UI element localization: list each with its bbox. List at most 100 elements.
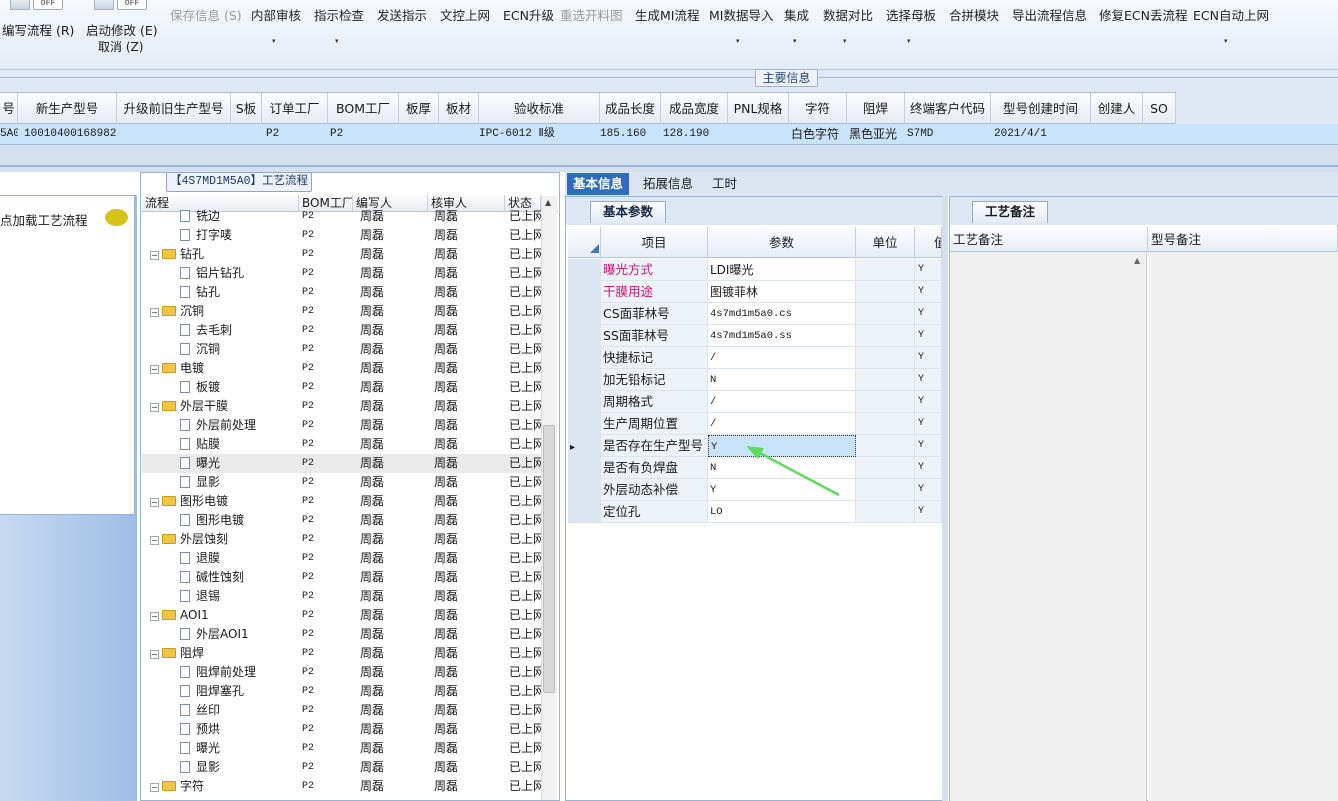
tree-row[interactable]: − AOI1 P2 周磊 周磊 已上网: [142, 606, 541, 625]
tree-row[interactable]: 显影 P2 周磊 周磊 已上网: [142, 758, 541, 777]
tree-row[interactable]: 外层前处理 P2 周磊 周磊 已上网: [142, 416, 541, 435]
select-mother-board-button[interactable]: 选择母板: [886, 5, 936, 23]
save-info-button[interactable]: 保存信息 (S): [170, 5, 242, 23]
integrate-dropdown-icon[interactable]: ▾: [793, 37, 797, 45]
param-value-field[interactable]: LO: [708, 501, 856, 523]
col-header-length[interactable]: 成品长度: [600, 93, 661, 124]
tree-row[interactable]: 曝光 P2 周磊 周磊 已上网: [142, 739, 541, 758]
tree-node[interactable]: 预烘: [142, 720, 299, 739]
doc-control-online-button[interactable]: 文控上网: [440, 5, 490, 23]
col-header-material[interactable]: 板材: [439, 93, 479, 124]
tree-node[interactable]: 显影: [142, 473, 299, 492]
param-value-field[interactable]: 图镀菲林: [708, 281, 856, 303]
collapse-icon[interactable]: −: [150, 783, 159, 792]
tree-node[interactable]: 钻孔: [142, 283, 299, 302]
collapse-icon[interactable]: −: [150, 365, 159, 374]
col-header-pnl[interactable]: PNL规格: [728, 93, 789, 124]
load-flow-label[interactable]: 点加载工艺流程: [0, 210, 88, 229]
param-value-field[interactable]: LDI曝光: [708, 259, 856, 281]
col-header-created-time[interactable]: 型号创建时间: [991, 93, 1091, 124]
model-remark-box[interactable]: [1148, 252, 1338, 801]
integrate-button[interactable]: 集成: [784, 5, 809, 23]
select-mother-board-dropdown-icon[interactable]: ▾: [907, 37, 911, 45]
param-row[interactable]: 加无铅标记 N Y: [568, 369, 942, 391]
tree-node[interactable]: 铝片钻孔: [142, 264, 299, 283]
tree-node[interactable]: 退膜: [142, 549, 299, 568]
tree-row[interactable]: 贴膜 P2 周磊 周磊 已上网: [142, 435, 541, 454]
tree-node[interactable]: − 阻焊: [142, 644, 299, 663]
reselect-cut-chart-button[interactable]: 重选开料图: [560, 5, 623, 23]
param-col-value[interactable]: 参数: [708, 227, 856, 258]
tab-work-hours[interactable]: 工时: [706, 173, 743, 195]
param-value-field[interactable]: 4s7md1m5a0.cs: [708, 303, 856, 325]
collapse-icon[interactable]: −: [150, 612, 159, 621]
process-remark-box[interactable]: ▲: [950, 252, 1147, 801]
tree-node[interactable]: 板镀: [142, 378, 299, 397]
param-col-unit[interactable]: 单位: [856, 227, 915, 258]
generate-mi-flow-button[interactable]: 生成MI流程: [635, 5, 699, 23]
col-header-solder-mask[interactable]: 阻焊: [847, 93, 905, 124]
tree-row[interactable]: − 字符 P2 周磊 周磊 已上网: [142, 777, 541, 796]
tree-row[interactable]: 图形电镀 P2 周磊 周磊 已上网: [142, 511, 541, 530]
tree-row[interactable]: 沉铜 P2 周磊 周磊 已上网: [142, 340, 541, 359]
tree-row[interactable]: 去毛刺 P2 周磊 周磊 已上网: [142, 321, 541, 340]
tree-node[interactable]: − 字符: [142, 777, 299, 796]
param-value-field[interactable]: /: [708, 347, 856, 369]
row-selector[interactable]: [568, 347, 601, 369]
param-row[interactable]: 干膜用途 图镀菲林 Y: [568, 281, 942, 303]
main-info-row[interactable]: 5A0 10010400168982 P2 P2 IPC-6012 Ⅱ级 185…: [0, 124, 1338, 145]
tree-node[interactable]: 贴膜: [142, 435, 299, 454]
param-value-field[interactable]: 4s7md1m5a0.ss: [708, 325, 856, 347]
row-selector[interactable]: [568, 479, 601, 501]
tree-node[interactable]: − 外层蚀刻: [142, 530, 299, 549]
param-col-item[interactable]: 项目: [601, 227, 708, 258]
tree-row[interactable]: − 阻焊 P2 周磊 周磊 已上网: [142, 644, 541, 663]
tree-node[interactable]: 阻焊前处理: [142, 663, 299, 682]
tree-row[interactable]: 钻孔 P2 周磊 周磊 已上网: [142, 283, 541, 302]
tab-basic-info[interactable]: 基本信息: [567, 173, 630, 195]
edit-flow-toggle-switch[interactable]: [10, 0, 30, 10]
export-flow-info-button[interactable]: 导出流程信息: [1012, 5, 1087, 23]
row-selector[interactable]: [568, 457, 601, 479]
col-header-order-factory[interactable]: 订单工厂: [262, 93, 328, 124]
tab-extended-info[interactable]: 拓展信息: [637, 173, 699, 195]
tree-row[interactable]: − 外层干膜 P2 周磊 周磊 已上网: [142, 397, 541, 416]
row-selector[interactable]: [568, 369, 601, 391]
tree-node[interactable]: 曝光: [142, 454, 299, 473]
remarks-col-model[interactable]: 型号备注: [1148, 227, 1338, 252]
col-header-no[interactable]: 号: [0, 93, 18, 124]
tree-row[interactable]: − 钻孔 P2 周磊 周磊 已上网: [142, 245, 541, 264]
param-row[interactable]: 生产周期位置 / Y: [568, 413, 942, 435]
scroll-up-icon[interactable]: ▲: [545, 198, 551, 207]
cancel-button[interactable]: 取消 (Z): [98, 38, 143, 55]
speech-bubble-icon[interactable]: [105, 209, 128, 226]
send-instruction-button[interactable]: 发送指示: [377, 5, 427, 23]
row-selector[interactable]: [568, 501, 601, 523]
param-row[interactable]: SS面菲林号 4s7md1m5a0.ss Y: [568, 325, 942, 347]
col-header-customer-code[interactable]: 终端客户代码: [905, 93, 991, 124]
tree-scroll-thumb[interactable]: [543, 425, 555, 693]
tree-row[interactable]: − 图形电镀 P2 周磊 周磊 已上网: [142, 492, 541, 511]
tree-row[interactable]: 铝片钻孔 P2 周磊 周磊 已上网: [142, 264, 541, 283]
row-selector[interactable]: [568, 281, 601, 303]
param-row[interactable]: 曝光方式 LDI曝光 Y: [568, 259, 942, 281]
remarks-title[interactable]: 工艺备注: [972, 201, 1048, 223]
param-row[interactable]: 快捷标记 / Y: [568, 347, 942, 369]
fix-ecn-lost-flow-button[interactable]: 修复ECN丢流程: [1099, 5, 1187, 23]
tree-node[interactable]: 曝光: [142, 739, 299, 758]
tree-node[interactable]: 显影: [142, 758, 299, 777]
col-header-creator[interactable]: 创建人: [1091, 93, 1143, 124]
tree-row[interactable]: − 沉铜 P2 周磊 周磊 已上网: [142, 302, 541, 321]
tree-node[interactable]: − 沉铜: [142, 302, 299, 321]
tree-row[interactable]: 外层AOI1 P2 周磊 周磊 已上网: [142, 625, 541, 644]
tree-row[interactable]: 阻焊前处理 P2 周磊 周磊 已上网: [142, 663, 541, 682]
param-value-field[interactable]: N: [708, 369, 856, 391]
col-header-so[interactable]: SO: [1143, 93, 1176, 124]
tree-node[interactable]: − AOI1: [142, 606, 299, 625]
row-selector[interactable]: [568, 259, 601, 281]
ecn-upgrade-button[interactable]: ECN升级: [503, 5, 554, 23]
row-selector[interactable]: [568, 391, 601, 413]
param-col-flag[interactable]: 值: [915, 227, 942, 258]
vertical-splitter[interactable]: [942, 196, 948, 801]
tree-node[interactable]: 外层AOI1: [142, 625, 299, 644]
